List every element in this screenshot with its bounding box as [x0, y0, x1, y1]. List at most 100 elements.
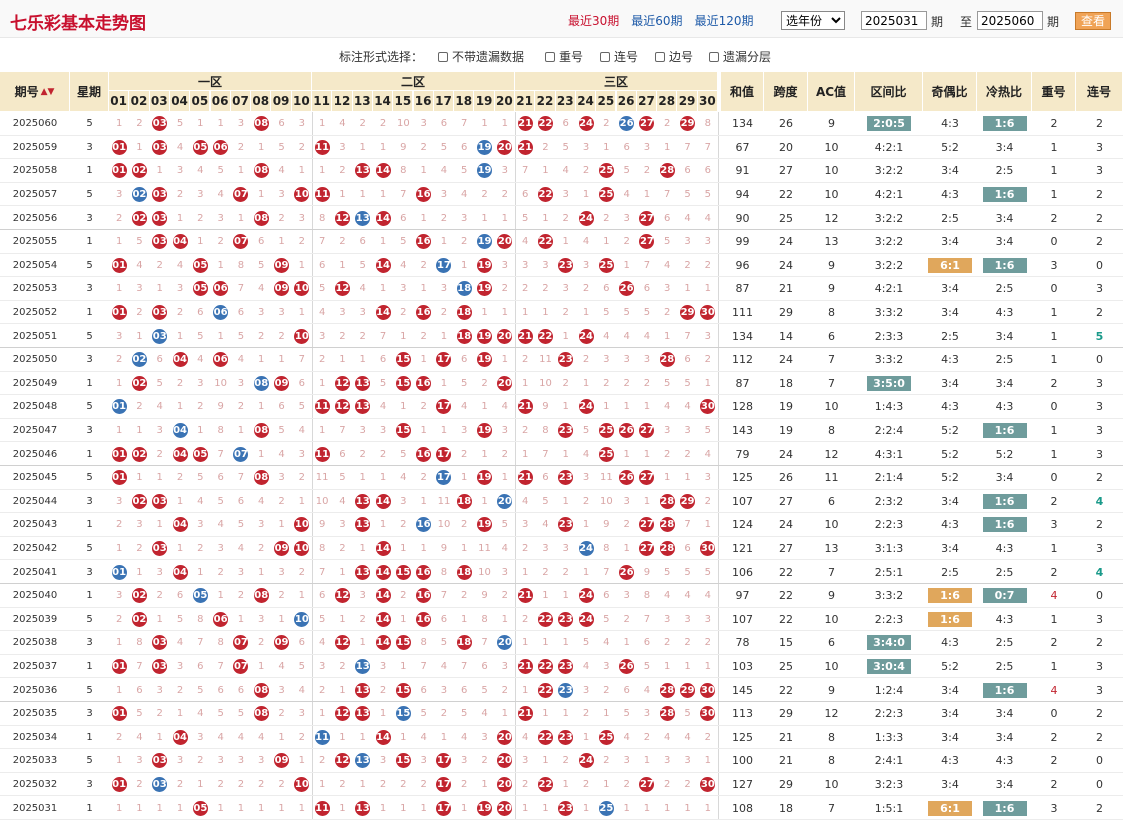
- number-cell: 19: [474, 254, 494, 278]
- number-header: 12: [332, 91, 353, 112]
- checkbox-icon[interactable]: [545, 51, 555, 62]
- sum-cell: 107: [732, 494, 753, 508]
- number-cell: 3: [501, 425, 509, 437]
- zr-cell: 3:4:0: [855, 631, 923, 655]
- number-header: 02: [129, 91, 150, 112]
- number-cell: 5: [664, 566, 671, 578]
- period-from-input[interactable]: [861, 11, 927, 30]
- number-cell: 1: [461, 543, 468, 555]
- number-cell: 26: [617, 466, 637, 490]
- special-ball: 02: [131, 187, 147, 203]
- number-header: 11: [312, 91, 333, 112]
- sum-cell: 134: [732, 329, 753, 343]
- special-ball: 13: [355, 210, 371, 226]
- winning-ball: 27: [639, 234, 655, 250]
- number-cell: 1: [562, 495, 569, 507]
- checkbox-icon[interactable]: [600, 51, 610, 62]
- span-cell: 24: [779, 353, 793, 367]
- checkbox-icon[interactable]: [655, 51, 665, 62]
- number-cell: 1: [258, 189, 265, 201]
- hc-cell: 4:3: [995, 306, 1014, 320]
- number-header: 20: [494, 91, 515, 112]
- winning-ball: 07: [233, 635, 249, 651]
- number-cell: 9: [481, 590, 488, 602]
- number-cell: 2: [217, 236, 224, 248]
- number-header: 23: [555, 91, 576, 112]
- winning-ball: 30: [700, 706, 716, 722]
- header-period[interactable]: 期号 ▲▼: [0, 72, 70, 112]
- number-cell: 7: [237, 472, 245, 484]
- number-cell: 1: [318, 165, 326, 177]
- number-cell: 22: [535, 112, 555, 136]
- number-cell: 5: [501, 519, 509, 531]
- query-button[interactable]: 查看: [1075, 12, 1111, 30]
- number-cell: 5: [664, 236, 671, 248]
- winning-ball: 16: [416, 305, 432, 321]
- number-cell: 28: [657, 348, 677, 372]
- winning-ball: 22: [537, 116, 553, 132]
- number-cell: 1: [562, 590, 569, 602]
- period-to-input[interactable]: [977, 11, 1043, 30]
- checkbox-icon[interactable]: [438, 51, 448, 62]
- period-cell: 2025040: [12, 590, 58, 602]
- winning-ball: 01: [111, 470, 127, 486]
- winning-ball: 13: [355, 399, 371, 415]
- checkbox-icon[interactable]: [709, 51, 719, 62]
- number-cell: 1: [623, 637, 630, 649]
- winning-ball: 20: [497, 139, 513, 155]
- number-cell: 5: [217, 708, 224, 720]
- winning-ball: 04: [172, 234, 188, 250]
- number-cell: 7: [684, 141, 691, 153]
- zr-cell: 3:0:4: [855, 655, 923, 679]
- number-cell: 07: [231, 183, 251, 207]
- option-edge[interactable]: 边号: [655, 48, 693, 65]
- winning-ball: 24: [578, 753, 594, 769]
- winning-ball: 02: [131, 163, 147, 179]
- number-cell: 13: [353, 796, 373, 820]
- option-no-omission[interactable]: 不带遗漏数据: [438, 48, 524, 65]
- range-30-link[interactable]: 最近30期: [568, 14, 619, 28]
- number-cell: 2: [704, 731, 712, 743]
- number-cell: 2: [318, 684, 326, 696]
- number-cell: 04: [170, 348, 190, 372]
- number-cell: 3: [400, 495, 407, 507]
- number-cell: 4: [704, 448, 712, 460]
- winning-ball: 10: [294, 541, 310, 557]
- number-cell: 5: [603, 307, 610, 319]
- number-cell: 5: [237, 708, 245, 720]
- number-cell: 3: [258, 307, 265, 319]
- con-cell: 3: [1096, 683, 1103, 697]
- option-repeat[interactable]: 重号: [545, 48, 583, 65]
- year-select[interactable]: 选年份: [781, 11, 845, 30]
- winning-ball: 01: [111, 305, 127, 321]
- ac-cell: 10: [824, 188, 839, 202]
- number-cell: 7: [379, 330, 387, 342]
- winning-ball: 23: [558, 729, 574, 745]
- number-cell: 4: [623, 731, 630, 743]
- winning-ball: 14: [375, 564, 391, 580]
- span-cell: 27: [779, 164, 793, 178]
- number-cell: 1: [156, 472, 163, 484]
- number-header: 14: [372, 91, 394, 112]
- sort-icon[interactable]: ▲▼: [41, 87, 55, 97]
- option-omission-layer[interactable]: 遗漏分层: [709, 48, 771, 65]
- range-120-link[interactable]: 最近120期: [695, 14, 754, 28]
- number-cell: 6: [237, 684, 245, 696]
- number-cell: 19: [474, 348, 494, 372]
- number-cell: 2: [440, 212, 448, 224]
- number-cell: 1: [420, 543, 427, 555]
- number-cell: 5: [521, 212, 529, 224]
- range-60-link[interactable]: 最近60期: [631, 14, 682, 28]
- number-cell: 7: [298, 354, 306, 366]
- number-cell: 3: [379, 661, 387, 673]
- number-cell: 9: [440, 543, 448, 555]
- number-cell: 13: [353, 749, 373, 773]
- number-cell: 2: [582, 779, 590, 791]
- number-cell: 6: [664, 212, 671, 224]
- sum-cell: 94: [735, 188, 750, 202]
- number-cell: 1: [664, 330, 671, 342]
- option-consecutive[interactable]: 连号: [600, 48, 638, 65]
- number-cell: 25: [596, 254, 616, 278]
- winning-ball: 19: [477, 257, 493, 273]
- winning-ball: 20: [497, 328, 513, 344]
